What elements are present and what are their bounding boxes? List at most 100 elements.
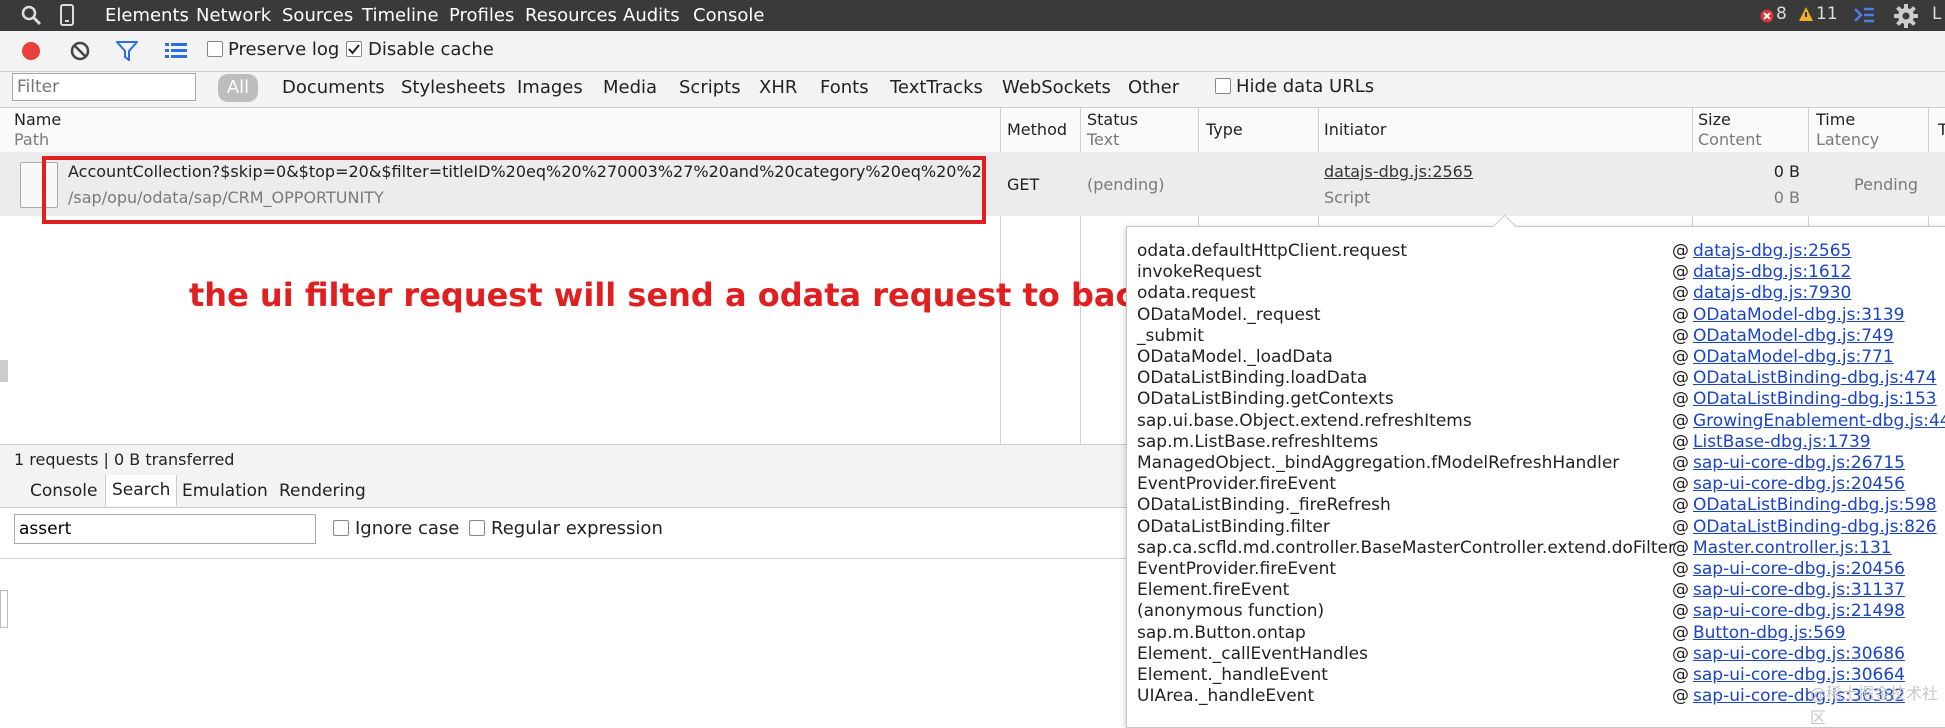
drawer-tab-emulation[interactable]: Emulation [182,481,268,501]
type-fonts[interactable]: Fonts [820,77,869,98]
stack-frame-function: ODataModel._loadData [1137,347,1333,367]
regex-checkbox[interactable] [469,520,485,536]
stack-frame-function: Element._handleEvent [1137,665,1328,685]
type-all-button[interactable]: All [218,74,258,102]
disable-cache-checkbox[interactable] [346,41,362,57]
stack-frame-link[interactable]: ODataListBinding-dbg.js:598 [1693,495,1937,515]
stack-frame-link[interactable]: ListBase-dbg.js:1739 [1693,432,1871,452]
header-type[interactable]: Type [1206,120,1243,139]
gear-icon[interactable] [1893,3,1919,33]
header-text[interactable]: Text [1087,130,1119,149]
tab-audits[interactable]: Audits [623,5,680,26]
stack-frame-function: UIArea._handleEvent [1137,686,1315,707]
header-size[interactable]: Size [1698,110,1731,129]
stack-frame-at: @ [1672,283,1689,304]
tab-profiles[interactable]: Profiles [449,5,514,26]
stack-frame-link[interactable]: Master.controller.js:131 [1693,538,1892,558]
highlight-box [42,156,986,224]
stack-frame-link[interactable]: sap-ui-core-dbg.js:31137 [1693,580,1905,600]
preserve-log-label: Preserve log [228,39,340,60]
filter-icon[interactable] [114,41,140,65]
type-scripts[interactable]: Scripts [679,77,741,98]
stack-frame-row: ODataListBinding._fireRefresh @ ODataListB… [1137,495,1945,516]
type-images[interactable]: Images [517,77,583,98]
stack-frame-at: @ [1672,665,1689,685]
drawer-tab-console[interactable]: Console [30,481,98,501]
stack-frame-row: odata.request @ datajs-dbg.js:7930 [1137,283,1945,304]
topbar-cut-text: L [1932,4,1942,24]
type-stylesheets[interactable]: Stylesheets [401,77,506,98]
drawer-tab-rendering[interactable]: Rendering [279,481,366,501]
stack-frame-link[interactable]: sap-ui-core-dbg.js:30686 [1693,644,1905,664]
stack-frame-link[interactable]: datajs-dbg.js:1612 [1693,262,1851,282]
stack-frame-function: sap.ui.base.Object.extend.refreshItems [1137,410,1472,431]
clear-icon[interactable] [70,41,90,65]
warning-count[interactable]: 11 [1816,4,1838,24]
record-icon[interactable] [21,41,41,65]
stack-frame-row: sap.m.Button.ontap @ Button-dbg.js:569 [1137,623,1945,644]
type-filter-bar: All Documents Stylesheets Images Media S… [0,72,1945,108]
left-edge-marker [0,590,8,628]
stack-frame-row: Element.fireEvent @ sap-ui-core-dbg.js:311… [1137,580,1945,601]
type-websockets[interactable]: WebSockets [1002,77,1111,98]
stack-frame-row: (anonymous function) @ sap-ui-core-dbg.js:… [1137,601,1945,622]
stack-frame-at: @ [1672,410,1689,431]
error-count[interactable]: 8 [1776,4,1787,24]
tab-console[interactable]: Console [693,5,764,26]
stack-frame-link[interactable]: sap-ui-core-dbg.js:20456 [1693,474,1905,494]
type-documents[interactable]: Documents [282,77,385,98]
header-method[interactable]: Method [1007,120,1067,139]
type-xhr[interactable]: XHR [759,77,797,98]
stack-frame-link[interactable]: datajs-dbg.js:7930 [1693,283,1851,303]
header-latency[interactable]: Latency [1816,130,1879,149]
stack-frame-function: ODataModel._request [1137,304,1321,325]
header-name[interactable]: Name [14,110,61,129]
search-icon[interactable] [20,4,42,30]
header-content[interactable]: Content [1698,130,1762,149]
tab-resources[interactable]: Resources [525,5,617,26]
stack-frame-link[interactable]: ODataListBinding-dbg.js:826 [1693,517,1937,537]
header-status[interactable]: Status [1087,110,1138,129]
preserve-log-checkbox[interactable] [207,41,223,57]
stack-frame-link[interactable]: sap-ui-core-dbg.js:26715 [1693,453,1905,473]
stack-frame-at: @ [1672,453,1689,473]
stack-frame-row: EventProvider.fireEvent @ sap-ui-core-dbg.… [1137,559,1945,580]
warning-icon[interactable] [1798,6,1814,26]
filter-input[interactable] [12,73,196,101]
stack-frame-function: EventProvider.fireEvent [1137,559,1337,579]
stack-frame-row: _submit @ ODataModel-dbg.js:749 [1137,326,1945,347]
type-texttracks[interactable]: TextTracks [890,77,983,98]
hide-data-urls-checkbox[interactable] [1215,78,1231,94]
drawer-toggle-icon[interactable] [1852,5,1876,29]
large-rows-icon[interactable] [165,42,187,64]
header-initiator[interactable]: Initiator [1324,120,1386,139]
stack-frame-link[interactable]: GrowingEnablement-dbg.js:446 [1693,411,1945,431]
stack-frame-function: Element._callEventHandles [1137,643,1369,664]
ignore-case-checkbox[interactable] [333,520,349,536]
stack-frame-link[interactable]: ODataModel-dbg.js:3139 [1693,305,1905,325]
tab-timeline[interactable]: Timeline [362,5,439,26]
stack-frame-link[interactable]: sap-ui-core-dbg.js:21498 [1693,601,1905,621]
stack-frame-link[interactable]: ODataModel-dbg.js:771 [1693,347,1894,367]
stack-frame-link[interactable]: ODataListBinding-dbg.js:474 [1693,368,1937,388]
tab-elements[interactable]: Elements [105,5,189,26]
request-initiator-link[interactable]: datajs-dbg.js:2565 [1324,162,1473,181]
tab-network[interactable]: Network [196,5,271,26]
drawer-tab-search[interactable]: Search [105,475,178,506]
type-media[interactable]: Media [603,77,657,98]
header-time[interactable]: Time [1816,110,1855,129]
stack-frame-link[interactable]: Button-dbg.js:569 [1693,623,1846,643]
stack-frame-link[interactable]: datajs-dbg.js:2565 [1693,241,1851,261]
stack-frame-link[interactable]: ODataModel-dbg.js:749 [1693,326,1894,346]
stack-frame-function: ODataListBinding.getContexts [1137,389,1394,410]
device-mode-icon[interactable] [60,4,74,30]
header-path[interactable]: Path [14,130,49,149]
stack-frame-link[interactable]: sap-ui-core-dbg.js:20456 [1693,559,1905,579]
search-input[interactable] [14,514,316,544]
type-other[interactable]: Other [1128,77,1179,98]
stack-frame-link[interactable]: ODataListBinding-dbg.js:153 [1693,389,1937,409]
stack-frame-function: ODataListBinding.filter [1137,516,1330,537]
error-icon[interactable] [1760,8,1774,27]
header-cut: T [1938,120,1945,139]
tab-sources[interactable]: Sources [282,5,353,26]
